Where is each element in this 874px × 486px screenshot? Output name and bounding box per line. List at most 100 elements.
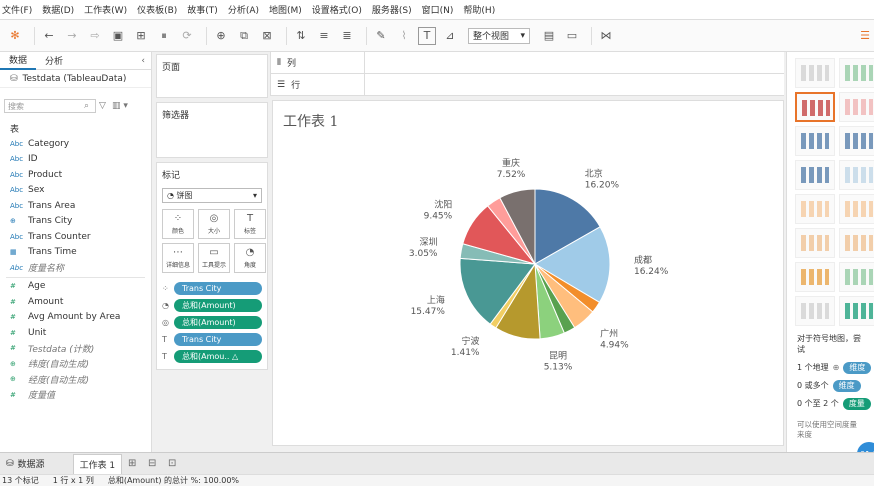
menu-item[interactable]: 数据(D): [42, 3, 74, 16]
dimension-field[interactable]: Abc 度量名称: [0, 260, 151, 276]
chart-type-thumbnail[interactable]: [795, 92, 835, 122]
new-worksheet-icon[interactable]: ⊕: [212, 27, 230, 45]
pie-chart[interactable]: 北京16.20% 成都16.24% 广州4.94% 昆明5.13% 宁波1.41% 上海1…: [273, 101, 783, 445]
menu-item[interactable]: 设置格式(O): [312, 3, 362, 16]
measure-field[interactable]: # 度量值: [0, 387, 151, 403]
measure-field[interactable]: # Testdata (计数): [0, 341, 151, 357]
measure-pill[interactable]: 总和(Amount): [174, 316, 262, 329]
group-icon[interactable]: ⌇: [395, 27, 413, 45]
menu-item[interactable]: 仪表板(B): [137, 3, 177, 16]
sort-ascending-icon[interactable]: ≡: [315, 27, 333, 45]
new-worksheet-icon[interactable]: ⊞: [122, 454, 142, 474]
chart-type-thumbnail[interactable]: [795, 194, 835, 224]
dimension-field[interactable]: ⊕ Trans City: [0, 214, 151, 230]
tableau-logo-icon[interactable]: ✻: [6, 27, 24, 45]
chart-type-thumbnail[interactable]: [839, 58, 874, 88]
menu-item[interactable]: 分析(A): [228, 3, 259, 16]
dimension-field[interactable]: Abc ID: [0, 152, 151, 168]
chart-type-thumbnail[interactable]: [839, 296, 874, 326]
chart-type-thumbnail[interactable]: [839, 194, 874, 224]
measure-field[interactable]: ⊕ 纬度(自动生成): [0, 356, 151, 372]
measure-pill[interactable]: 总和(Amou.. △: [174, 350, 262, 363]
new-dashboard-icon[interactable]: ⊟: [142, 454, 162, 474]
datasource-item[interactable]: ⛁ Testdata (TableauData): [0, 70, 151, 88]
mark-color-button[interactable]: ⁘ 颜色: [162, 209, 194, 239]
mark-type-select[interactable]: ◔ 饼图 ▾: [162, 188, 262, 203]
chart-thumbnail-icon: [801, 133, 829, 149]
columns-shelf[interactable]: ⦀ 列: [270, 51, 784, 74]
measure-field[interactable]: # Amount: [0, 294, 151, 310]
replay-icon[interactable]: ⇨: [86, 27, 104, 45]
measure-field[interactable]: # Avg Amount by Area: [0, 310, 151, 326]
pages-card[interactable]: 页面: [156, 54, 268, 98]
chart-type-thumbnail[interactable]: [795, 262, 835, 292]
redo-icon[interactable]: →: [63, 27, 81, 45]
clear-sheet-icon[interactable]: ⊠: [258, 27, 276, 45]
chart-type-thumbnail[interactable]: [839, 160, 874, 190]
dimension-field[interactable]: Abc Sex: [0, 183, 151, 199]
tab-worksheet-1[interactable]: 工作表 1: [72, 453, 123, 474]
mark-size-button[interactable]: ◎ 大小: [198, 209, 230, 239]
menu-item[interactable]: 窗口(N): [422, 3, 454, 16]
menu-item[interactable]: 文件(F): [2, 3, 32, 16]
show-me-icon[interactable]: ☰: [856, 27, 874, 45]
dimension-field[interactable]: Abc Product: [0, 167, 151, 183]
presentation-mode-icon[interactable]: ▭: [563, 27, 581, 45]
undo-icon[interactable]: ←: [40, 27, 58, 45]
search-icon[interactable]: ⌕: [84, 101, 89, 111]
menu-item[interactable]: 服务器(S): [372, 3, 412, 16]
measure-field[interactable]: # Age: [0, 279, 151, 295]
rows-shelf[interactable]: ☰ 行: [270, 73, 784, 96]
chart-type-thumbnail[interactable]: [839, 126, 874, 156]
tab-datasource[interactable]: ⛁ 数据源: [0, 454, 51, 474]
dimension-field[interactable]: Abc Category: [0, 136, 151, 152]
dimension-field[interactable]: Abc Trans Counter: [0, 229, 151, 245]
collapse-pane-icon[interactable]: ‹: [141, 56, 145, 66]
new-datasource-icon[interactable]: ⊞: [132, 27, 150, 45]
mark-label-button[interactable]: T 标签: [234, 209, 266, 239]
chart-type-thumbnail[interactable]: [839, 262, 874, 292]
menu-item[interactable]: 地图(M): [269, 3, 302, 16]
dimension-pill[interactable]: Trans City: [174, 333, 262, 346]
chart-type-thumbnail[interactable]: [839, 228, 874, 258]
save-icon[interactable]: ▣: [109, 27, 127, 45]
chart-type-thumbnail[interactable]: [795, 228, 835, 258]
fit-view-select[interactable]: 整个视图 ▾: [468, 27, 530, 44]
highlight-icon[interactable]: ✎: [372, 27, 390, 45]
measure-pill[interactable]: 总和(Amount): [174, 299, 262, 312]
duplicate-sheet-icon[interactable]: ⧉: [235, 27, 253, 45]
sort-descending-icon[interactable]: ≣: [338, 27, 356, 45]
pause-updates-icon[interactable]: ⏸: [155, 27, 173, 45]
share-icon[interactable]: ⋈: [597, 27, 615, 45]
chart-type-thumbnail[interactable]: [795, 58, 835, 88]
chart-type-thumbnail[interactable]: [839, 92, 874, 122]
menu-item[interactable]: 帮助(H): [463, 3, 495, 16]
filter-icon[interactable]: ▽: [99, 101, 106, 111]
menu-item[interactable]: 故事(T): [187, 3, 218, 16]
chart-type-thumbnail[interactable]: [795, 126, 835, 156]
measure-field[interactable]: ⊕ 经度(自动生成): [0, 372, 151, 388]
dimension-pill[interactable]: Trans City: [174, 282, 262, 295]
fix-axes-icon[interactable]: ⊿: [441, 27, 459, 45]
new-story-icon[interactable]: ⊡: [162, 454, 182, 474]
worksheet-canvas[interactable]: 工作表 1 北京 16.20% 成都 16.24% 广州 4.94% 昆明 5.13% 宁波 1.…: [272, 100, 784, 446]
mark-angle-button[interactable]: ◔ 角度: [234, 243, 266, 273]
chart-type-thumbnail[interactable]: [795, 160, 835, 190]
show-cards-icon[interactable]: ▤: [540, 27, 558, 45]
filters-card[interactable]: 筛选器: [156, 102, 268, 158]
measure-field[interactable]: # Unit: [0, 325, 151, 341]
dimension-field[interactable]: Abc Trans Area: [0, 198, 151, 214]
field-name: 度量名称: [28, 264, 65, 275]
swap-rows-columns-icon[interactable]: ⇅: [292, 27, 310, 45]
search-input[interactable]: 搜索: [4, 99, 96, 113]
chart-type-thumbnail[interactable]: [795, 296, 835, 326]
mark-tooltip-button[interactable]: ▭ 工具提示: [198, 243, 230, 273]
tab-analysis[interactable]: 分析: [36, 52, 72, 70]
show-labels-icon[interactable]: T: [418, 26, 436, 45]
menu-item[interactable]: 工作表(W): [84, 3, 127, 16]
refresh-icon[interactable]: ⟳: [178, 27, 196, 45]
view-options-icon[interactable]: ▥ ▾: [112, 101, 128, 111]
tab-data[interactable]: 数据: [0, 52, 37, 70]
dimension-field[interactable]: ▦ Trans Time: [0, 245, 151, 261]
mark-detail-button[interactable]: ⋯ 详细信息: [162, 243, 194, 273]
